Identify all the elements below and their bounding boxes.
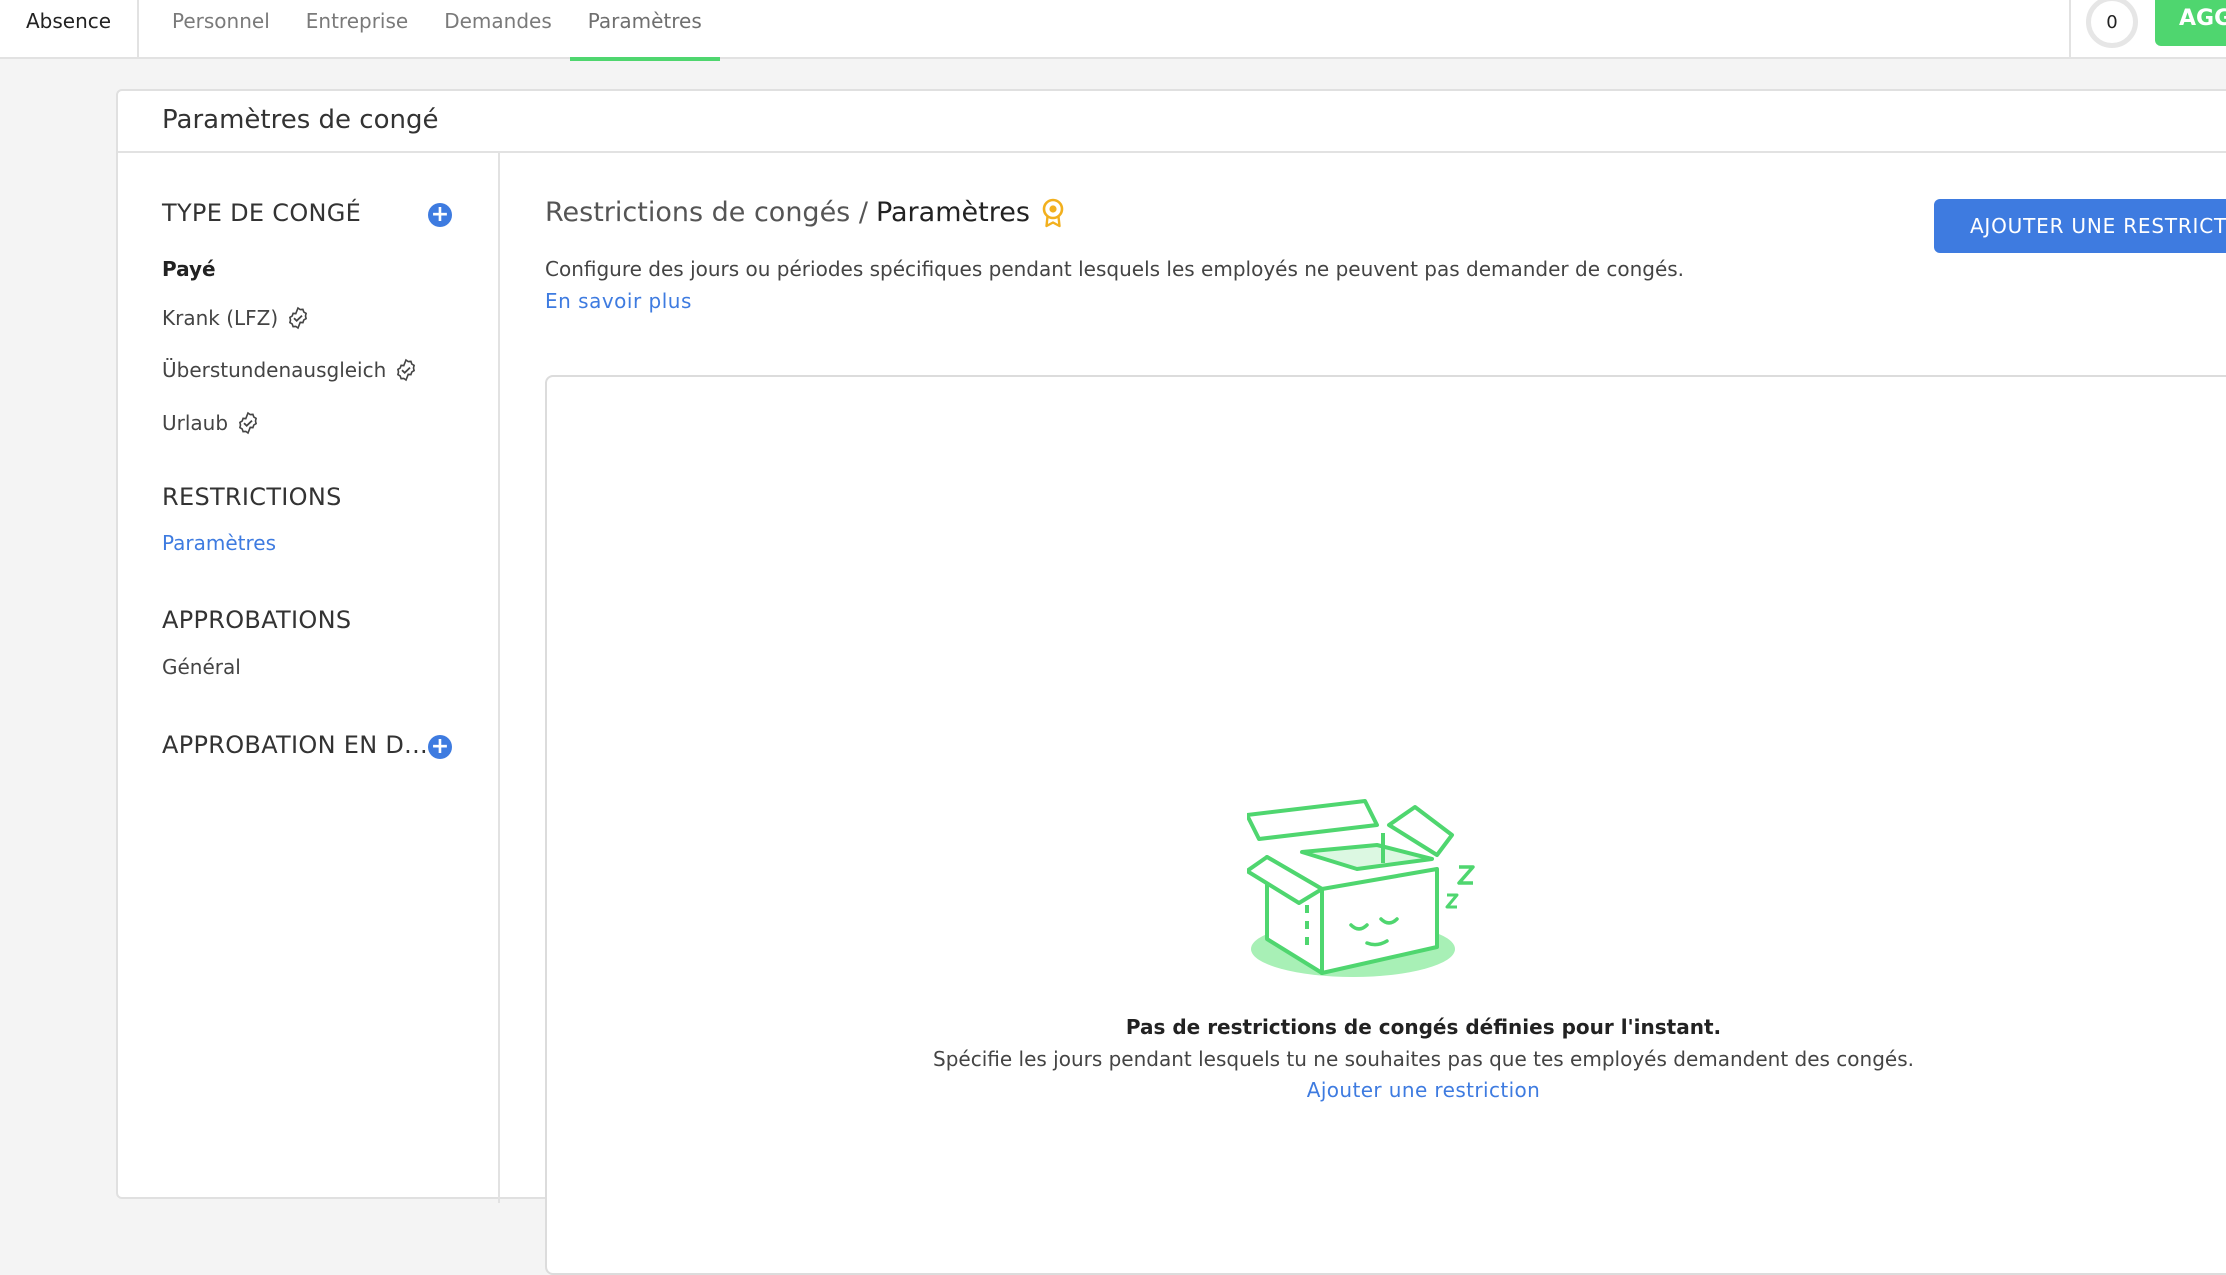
tab-parametres[interactable]: Paramètres <box>569 0 720 61</box>
sidebar-item-label: Überstundenausgleich <box>162 358 387 382</box>
empty-state-subtitle: Spécifie les jours pendant lesquels tu n… <box>933 1047 1914 1071</box>
award-icon <box>1040 198 1066 228</box>
sidebar-item-uberstunden[interactable]: Überstundenausgleich <box>162 358 418 382</box>
divider <box>2069 0 2071 59</box>
empty-box-illustration <box>1245 797 1487 991</box>
empty-state-panel: Pas de restrictions de congés définies p… <box>545 375 2226 1275</box>
leave-settings-card: Paramètres de congé TYPE DE CONGÉ + Payé… <box>116 89 2226 1275</box>
sidebar-item-restrictions-parametres[interactable]: Paramètres <box>162 531 276 555</box>
breadcrumb: Restrictions de congés / Paramètres <box>545 197 1066 228</box>
restrictions-heading: RESTRICTIONS <box>162 483 342 511</box>
notification-counter[interactable]: 0 <box>2086 0 2138 48</box>
sidebar-item-krank[interactable]: Krank (LFZ) <box>162 306 310 330</box>
main-content: Restrictions de congés / Paramètres Conf… <box>502 153 2226 1275</box>
add-leave-type-icon[interactable]: + <box>428 203 452 227</box>
breadcrumb-current: Paramètres <box>875 197 1030 228</box>
app-name[interactable]: Absence <box>26 9 111 33</box>
sidebar-item-general[interactable]: Général <box>162 655 241 679</box>
card-header: Paramètres de congé <box>118 91 2226 153</box>
breadcrumb-parent[interactable]: Restrictions de congés / <box>545 197 868 228</box>
empty-state-title: Pas de restrictions de congés définies p… <box>1125 1015 1722 1039</box>
tab-demandes[interactable]: Demandes <box>426 0 570 59</box>
leave-type-heading: TYPE DE CONGÉ <box>162 199 362 227</box>
verified-badge-icon <box>236 411 260 435</box>
add-button[interactable]: AGG <box>2155 0 2226 46</box>
top-bar: Absence Personnel Entreprise Demandes Pa… <box>0 0 2226 61</box>
sidebar-item-label: Urlaub <box>162 411 229 435</box>
tab-personnel[interactable]: Personnel <box>154 0 288 59</box>
verified-badge-icon <box>286 306 310 330</box>
add-restriction-link[interactable]: Ajouter une restriction <box>547 1078 2226 1102</box>
sidebar-item-label: Krank (LFZ) <box>162 306 279 330</box>
settings-sidebar: TYPE DE CONGÉ + Payé Krank (LFZ) Überstu… <box>118 153 500 1203</box>
add-delegation-icon[interactable]: + <box>428 735 452 759</box>
delegated-approval-heading: APPROBATION EN D... <box>162 731 428 759</box>
verified-badge-icon <box>394 358 418 382</box>
page-title: Paramètres de congé <box>162 105 439 135</box>
sidebar-item-label: Payé <box>162 257 216 281</box>
sidebar-item-paye[interactable]: Payé <box>162 257 216 281</box>
sidebar-item-urlaub[interactable]: Urlaub <box>162 411 260 435</box>
approvals-heading: APPROBATIONS <box>162 606 352 634</box>
learn-more-link[interactable]: En savoir plus <box>545 289 692 313</box>
tab-entreprise[interactable]: Entreprise <box>288 0 426 59</box>
add-restriction-button[interactable]: AJOUTER UNE RESTRICTION <box>1934 199 2226 253</box>
description-text: Configure des jours ou périodes spécifiq… <box>545 257 1685 281</box>
main-nav: Personnel Entreprise Demandes Paramètres <box>154 0 720 61</box>
divider <box>137 0 139 59</box>
